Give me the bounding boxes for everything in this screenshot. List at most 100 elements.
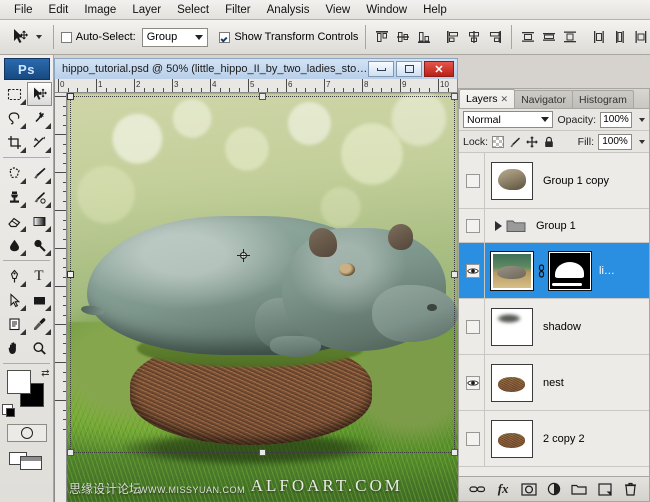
layer-name[interactable]: li… bbox=[599, 265, 615, 277]
eraser-tool-icon[interactable] bbox=[2, 209, 27, 233]
fill-field[interactable]: 100% bbox=[598, 134, 632, 150]
visibility-toggle-off[interactable] bbox=[466, 320, 480, 334]
layer-thumbnail[interactable] bbox=[491, 162, 533, 200]
menu-item-help[interactable]: Help bbox=[415, 2, 455, 18]
menu-item-view[interactable]: View bbox=[317, 2, 358, 18]
menu-item-select[interactable]: Select bbox=[169, 2, 217, 18]
blur-tool-icon[interactable] bbox=[2, 233, 27, 257]
default-colors-icon[interactable] bbox=[2, 404, 13, 415]
close-button[interactable]: ✕ bbox=[424, 61, 454, 77]
foreground-color-swatch[interactable] bbox=[7, 370, 31, 394]
layer-row[interactable]: 2 copy 2 bbox=[459, 411, 649, 467]
visibility-toggle-on[interactable] bbox=[466, 264, 480, 278]
new-group-button[interactable] bbox=[571, 481, 588, 498]
vertical-ruler[interactable] bbox=[54, 93, 67, 502]
tab-layers[interactable]: Layers ✕ bbox=[459, 89, 515, 108]
visibility-toggle-on[interactable] bbox=[466, 376, 480, 390]
eyedropper-tool-icon[interactable] bbox=[27, 312, 52, 336]
move-tool-icon[interactable] bbox=[27, 82, 52, 106]
zoom-tool-icon[interactable] bbox=[27, 336, 52, 360]
align-horizontal-centers-icon[interactable] bbox=[465, 28, 483, 46]
visibility-toggle-off[interactable] bbox=[466, 432, 480, 446]
opacity-chevron-icon[interactable] bbox=[639, 118, 645, 122]
layer-style-button[interactable]: fx bbox=[495, 481, 512, 498]
blend-mode-dropdown[interactable]: Normal bbox=[463, 111, 553, 128]
menu-item-analysis[interactable]: Analysis bbox=[259, 2, 318, 18]
magic-wand-tool-icon[interactable] bbox=[27, 106, 52, 130]
align-right-edges-icon[interactable] bbox=[486, 28, 504, 46]
fill-chevron-icon[interactable] bbox=[639, 140, 645, 144]
layer-name[interactable]: Group 1 bbox=[536, 220, 576, 232]
maximize-button[interactable] bbox=[396, 61, 422, 77]
gradient-tool-icon[interactable] bbox=[27, 209, 52, 233]
align-bottom-edges-icon[interactable] bbox=[415, 28, 433, 46]
layer-visibility-cell[interactable] bbox=[461, 243, 485, 298]
notes-tool-icon[interactable] bbox=[2, 312, 27, 336]
distribute-left-edges-icon[interactable] bbox=[590, 28, 608, 46]
lasso-tool-icon[interactable] bbox=[2, 106, 27, 130]
layer-thumbnail[interactable] bbox=[491, 252, 533, 290]
crop-tool-icon[interactable] bbox=[2, 130, 27, 154]
align-vertical-centers-icon[interactable] bbox=[394, 28, 412, 46]
layer-visibility-cell[interactable] bbox=[461, 299, 485, 354]
distribute-bottom-edges-icon[interactable] bbox=[561, 28, 579, 46]
visibility-toggle-off[interactable] bbox=[466, 219, 480, 233]
lock-transparent-pixels-icon[interactable] bbox=[492, 136, 504, 148]
layer-name[interactable]: nest bbox=[543, 377, 564, 389]
layer-mask-thumbnail[interactable] bbox=[549, 252, 591, 290]
link-layers-button[interactable] bbox=[469, 481, 486, 498]
rectangle-tool-icon[interactable] bbox=[27, 288, 52, 312]
layer-name[interactable]: shadow bbox=[543, 321, 581, 333]
dodge-tool-icon[interactable] bbox=[27, 233, 52, 257]
current-tool-button[interactable] bbox=[6, 25, 46, 49]
transform-pivot-point[interactable] bbox=[237, 249, 250, 262]
layer-name[interactable]: 2 copy 2 bbox=[543, 433, 585, 445]
auto-select-dropdown[interactable]: Group bbox=[142, 28, 209, 47]
tab-histogram[interactable]: Histogram bbox=[572, 90, 634, 108]
delete-layer-button[interactable] bbox=[622, 481, 639, 498]
slice-tool-icon[interactable] bbox=[27, 130, 52, 154]
marquee-tool-icon[interactable] bbox=[2, 82, 27, 106]
screen-mode-button[interactable] bbox=[7, 450, 47, 472]
hand-tool-icon[interactable] bbox=[2, 336, 27, 360]
menu-item-layer[interactable]: Layer bbox=[124, 2, 169, 18]
align-top-edges-icon[interactable] bbox=[373, 28, 391, 46]
layer-visibility-cell[interactable] bbox=[461, 355, 485, 410]
layer-row[interactable]: nest bbox=[459, 355, 649, 411]
lock-image-pixels-icon[interactable] bbox=[509, 136, 521, 148]
layer-mask-link-icon[interactable] bbox=[536, 263, 546, 279]
menu-item-edit[interactable]: Edit bbox=[41, 2, 77, 18]
align-left-edges-icon[interactable] bbox=[444, 28, 462, 46]
layer-name[interactable]: Group 1 copy bbox=[543, 175, 609, 187]
close-icon[interactable]: ✕ bbox=[501, 94, 509, 105]
horizontal-ruler[interactable]: 012345678910 bbox=[54, 79, 458, 93]
auto-select-checkbox[interactable] bbox=[61, 32, 72, 43]
minimize-button[interactable] bbox=[368, 61, 394, 77]
layers-list[interactable]: Group 1 copy Group 1 bbox=[459, 153, 649, 476]
lock-all-icon[interactable] bbox=[543, 136, 555, 148]
canvas[interactable]: ALFOART.COM 思缘设计论坛 WWW.MISSYUAN.COM bbox=[67, 93, 458, 502]
distribute-vertical-centers-icon[interactable] bbox=[540, 28, 558, 46]
history-brush-tool-icon[interactable] bbox=[27, 185, 52, 209]
show-transform-controls-checkbox[interactable] bbox=[219, 32, 230, 43]
visibility-toggle-off[interactable] bbox=[466, 174, 480, 188]
clone-stamp-tool-icon[interactable] bbox=[2, 185, 27, 209]
layer-row[interactable]: Group 1 copy bbox=[459, 153, 649, 209]
layer-visibility-cell[interactable] bbox=[461, 411, 485, 466]
new-layer-button[interactable] bbox=[596, 481, 613, 498]
layer-row[interactable]: Group 1 bbox=[459, 209, 649, 243]
new-adjustment-layer-button[interactable] bbox=[545, 481, 562, 498]
group-expand-arrow-icon[interactable] bbox=[495, 221, 502, 231]
layer-visibility-cell[interactable] bbox=[461, 153, 485, 208]
pen-tool-icon[interactable] bbox=[2, 264, 27, 288]
layer-thumbnail[interactable] bbox=[491, 308, 533, 346]
type-tool-icon[interactable]: T bbox=[27, 264, 52, 288]
quick-mask-toggle[interactable] bbox=[7, 424, 47, 442]
lock-position-icon[interactable] bbox=[526, 136, 538, 148]
distribute-top-edges-icon[interactable] bbox=[519, 28, 537, 46]
path-selection-tool-icon[interactable] bbox=[2, 288, 27, 312]
layer-thumbnail[interactable] bbox=[491, 364, 533, 402]
layer-row[interactable]: shadow bbox=[459, 299, 649, 355]
tab-navigator[interactable]: Navigator bbox=[514, 90, 573, 108]
menu-item-window[interactable]: Window bbox=[358, 2, 415, 18]
